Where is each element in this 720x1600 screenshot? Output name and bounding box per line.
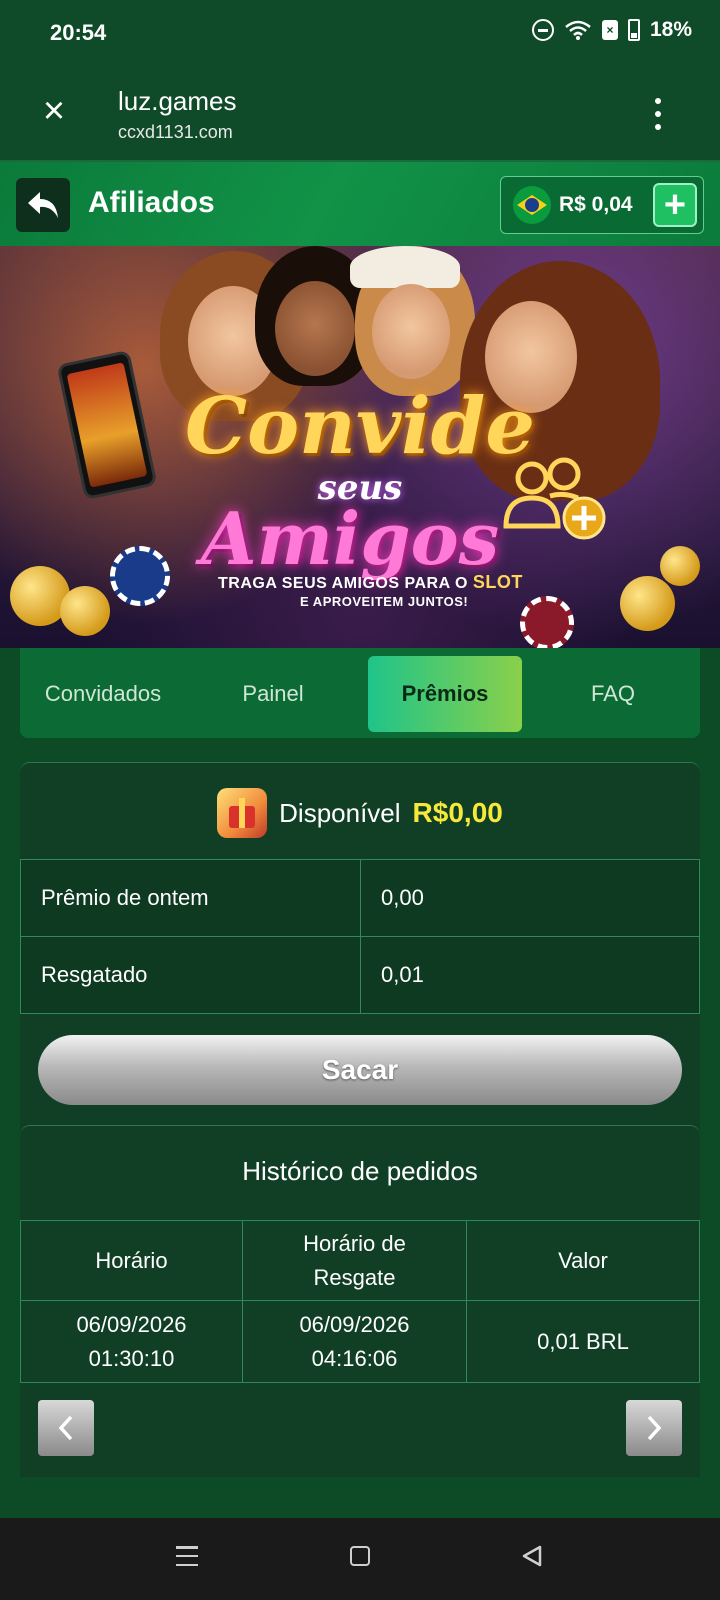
back-button[interactable] [16,178,70,232]
banner-subtitle-highlight: SLOT [472,572,523,592]
history-redeem-clock: 04:16:06 [311,1345,398,1371]
rewards-summary-table: Prêmio de ontem 0,00 Resgatado 0,01 [20,859,700,1014]
tab-painel[interactable]: Painel [190,656,356,732]
deposit-button[interactable]: + [653,183,697,227]
page-title: Afiliados [88,186,215,219]
order-history: Histórico de pedidos Horário Horário de … [20,1125,700,1477]
available-value: R$0,00 [412,797,503,828]
banner-subtitle-2: E APROVEITEM JUNTOS! [300,594,469,609]
tab-premios[interactable]: Prêmios [368,656,522,732]
history-time-clock: 01:30:10 [88,1345,175,1371]
history-time: 06/09/2026 01:30:10 [20,1300,243,1383]
summary-value: 0,01 [360,936,700,1014]
history-title: Histórico de pedidos [242,1156,478,1186]
battery-icon [627,19,640,41]
banner-decoration [350,246,460,288]
banner-line1: Convide [185,381,535,472]
banner-decoration [110,546,170,606]
nav-back-icon[interactable] [520,1544,544,1568]
balance-value: R$ 0,04 [559,193,633,216]
table-row: 06/09/2026 01:30:10 06/09/2026 04:16:06 … [20,1300,700,1383]
summary-value: 0,00 [360,859,700,937]
tab-convidados[interactable]: Convidados [20,656,186,732]
promo-banner: Convide seus Amigos TRAGA SEUS AMIGOS PA… [0,246,720,648]
banner-subtitle: TRAGA SEUS AMIGOS PARA O SLOT [218,572,523,593]
status-time: 20:54 [50,20,107,45]
next-page-button[interactable] [626,1400,682,1456]
rewards-panel: Disponível R$0,00 Prêmio de ontem 0,00 R… [20,762,700,1477]
browser-bar: × luz.games ccxd1131.com [0,66,720,162]
chevron-right-icon [647,1415,662,1441]
battery-level: 18% [649,18,692,41]
available-label: Disponível [279,797,401,828]
back-arrow-icon [28,192,58,218]
banner-decoration [660,546,700,586]
banner-decoration [372,284,450,379]
add-friends-icon [503,457,606,540]
history-time-date: 06/09/2026 [76,1311,187,1337]
available-balance: Disponível R$0,00 [20,787,700,839]
gift-icon [217,788,268,838]
withdraw-button[interactable]: Sacar [38,1035,682,1105]
close-icon[interactable]: × [38,92,70,130]
brazil-flag-icon [513,186,551,224]
banner-decoration [620,576,675,631]
previous-page-button[interactable] [38,1400,94,1456]
banner-decoration [275,281,355,376]
chevron-left-icon [58,1415,73,1441]
site-title: luz.games [118,86,237,116]
do-not-disturb-icon [531,19,554,41]
table-row: Prêmio de ontem 0,00 [20,859,700,937]
home-icon[interactable] [350,1546,370,1566]
banner-subtitle-text: TRAGA SEUS AMIGOS PARA O [218,575,473,592]
summary-label: Prêmio de ontem [20,859,361,937]
history-redeem-date: 06/09/2026 [299,1311,410,1337]
banner-decoration [60,586,110,636]
sim-icon: × [601,20,618,40]
table-row: Resgatado 0,01 [20,936,700,1014]
recent-apps-icon[interactable] [176,1546,198,1566]
history-redeem-time: 06/09/2026 04:16:06 [242,1300,467,1383]
status-bar: 20:54 × 18% [0,0,720,66]
column-header: Valor [466,1220,700,1301]
table-header-row: Horário Horário de Resgate Valor [20,1220,700,1301]
column-header: Horário de Resgate [242,1220,467,1301]
system-nav-bar [0,1518,720,1600]
page-header: Afiliados R$ 0,04 + [0,162,720,246]
status-icons: × 18% [531,18,692,42]
tab-faq[interactable]: FAQ [530,656,696,732]
column-header: Horário [20,1220,243,1301]
history-value: 0,01 BRL [466,1300,700,1383]
summary-label: Resgatado [20,936,361,1014]
history-table: Horário Horário de Resgate Valor 06/09/2… [20,1220,700,1383]
site-domain: ccxd1131.com [118,122,233,142]
tab-bar: Convidados Painel Prêmios FAQ [20,648,700,738]
wifi-icon [565,20,591,40]
more-options-icon[interactable] [654,98,662,130]
banner-decoration [520,596,574,648]
balance-box: R$ 0,04 + [500,176,704,234]
